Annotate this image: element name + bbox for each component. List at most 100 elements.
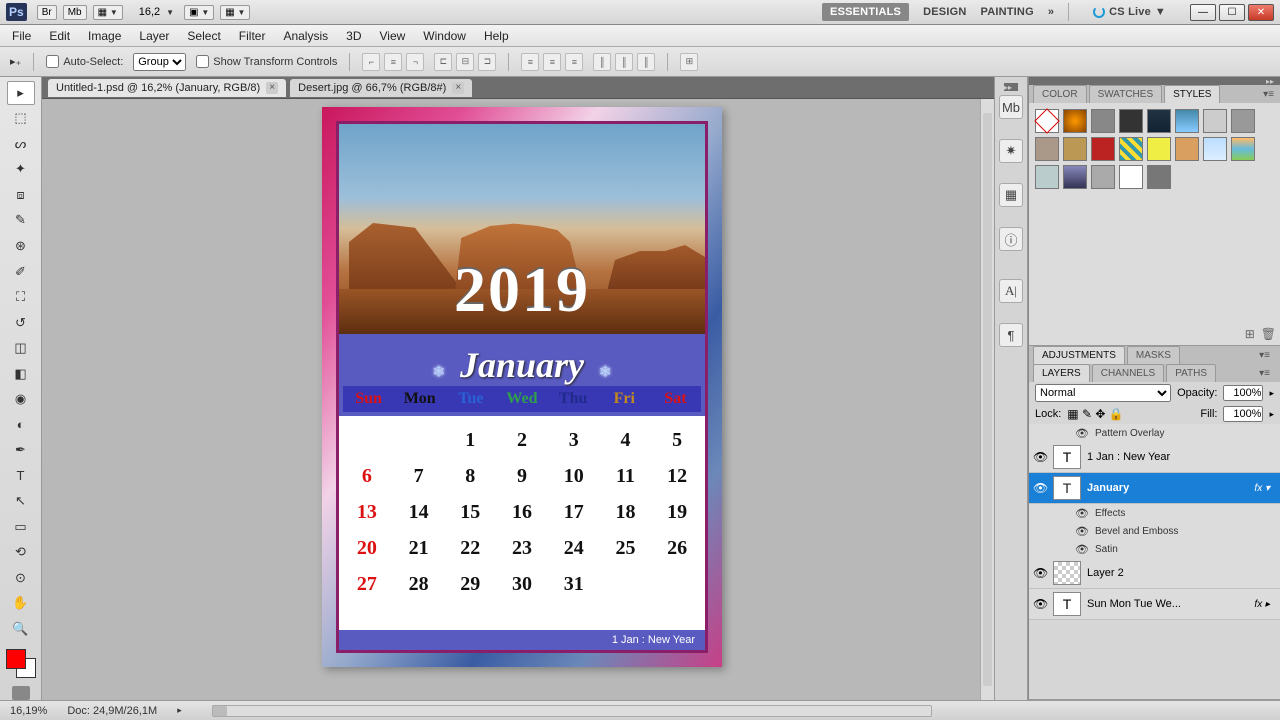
arrange-docs-button[interactable]: ▦ ▼ — [93, 5, 123, 20]
show-transform-check[interactable]: Show Transform Controls — [196, 55, 337, 68]
workspace-essentials[interactable]: ESSENTIALS — [822, 3, 909, 21]
fill-input[interactable] — [1223, 406, 1263, 422]
style-swatch[interactable] — [1203, 137, 1227, 161]
style-swatch[interactable] — [1119, 109, 1143, 133]
character-icon[interactable]: A| — [999, 279, 1023, 303]
style-swatch[interactable] — [1231, 109, 1255, 133]
pen-tool[interactable]: ✒ — [7, 438, 35, 462]
menu-help[interactable]: Help — [484, 29, 509, 43]
style-swatch[interactable] — [1147, 165, 1171, 189]
style-swatch[interactable] — [1063, 109, 1087, 133]
style-swatch[interactable] — [1175, 109, 1199, 133]
style-swatch[interactable] — [1203, 109, 1227, 133]
tab-adjustments[interactable]: ADJUSTMENTS — [1033, 346, 1125, 364]
info-icon[interactable]: ⓘ — [999, 227, 1023, 251]
type-tool[interactable]: T — [7, 464, 35, 488]
bridge-button[interactable]: Br — [37, 5, 57, 20]
dodge-tool[interactable]: ◐ — [7, 413, 35, 437]
eraser-tool[interactable]: ◫ — [7, 336, 35, 360]
tab-swatches[interactable]: SWATCHES — [1089, 85, 1163, 103]
status-docsize[interactable]: Doc: 24,9M/26,1M — [67, 705, 157, 717]
tab-channels[interactable]: CHANNELS — [1092, 364, 1164, 382]
3d-tool[interactable]: ⟲ — [7, 541, 35, 565]
tab-color[interactable]: COLOR — [1033, 85, 1087, 103]
screen-mode-button[interactable]: ▣ ▼ — [184, 5, 214, 20]
tab-masks[interactable]: MASKS — [1127, 346, 1180, 364]
menu-select[interactable]: Select — [187, 29, 220, 43]
workspace-design[interactable]: DESIGN — [923, 6, 966, 18]
minibridge-icon[interactable]: Mb — [999, 95, 1023, 119]
canvas[interactable]: 2019 ❄ January ❄ SunMonTueWedThuFriSat 1… — [322, 107, 722, 667]
brush-tool[interactable]: ✐ — [7, 260, 35, 284]
stamp-tool[interactable]: ⛶ — [7, 285, 35, 309]
close-tab-icon[interactable]: × — [452, 82, 464, 94]
tab-paths[interactable]: PATHS — [1166, 364, 1216, 382]
style-swatch[interactable] — [1147, 109, 1171, 133]
hand-tool[interactable]: ✋ — [7, 592, 35, 616]
menu-edit[interactable]: Edit — [49, 29, 70, 43]
marquee-tool[interactable]: ⬚ — [7, 107, 35, 131]
horizontal-scrollbar[interactable] — [212, 705, 932, 717]
style-swatch[interactable] — [1035, 137, 1059, 161]
paragraph-icon[interactable]: ¶ — [999, 323, 1023, 347]
minimize-button[interactable]: — — [1190, 4, 1216, 21]
layer-item[interactable]: 👁Layer 2 — [1029, 558, 1280, 589]
layer-item[interactable]: 👁TSun Mon Tue We...fx ▸ — [1029, 589, 1280, 620]
menu-view[interactable]: View — [379, 29, 405, 43]
move-tool[interactable]: ▸ — [7, 81, 35, 105]
color-swatches[interactable] — [6, 649, 36, 678]
workspace-painting[interactable]: PAINTING — [980, 6, 1033, 18]
tab-styles[interactable]: STYLES — [1164, 85, 1220, 103]
style-swatch[interactable] — [1063, 137, 1087, 161]
menu-analysis[interactable]: Analysis — [283, 29, 328, 43]
extras-button[interactable]: ▦ ▼ — [220, 5, 250, 20]
style-swatch[interactable] — [1091, 165, 1115, 189]
path-sel-tool[interactable]: ↖ — [7, 490, 35, 514]
history-icon[interactable]: ✷ — [999, 139, 1023, 163]
minibridge-button[interactable]: Mb — [63, 5, 87, 20]
status-zoom[interactable]: 16,19% — [10, 705, 47, 717]
close-button[interactable]: ✕ — [1248, 4, 1274, 21]
crop-tool[interactable]: ⧈ — [7, 183, 35, 207]
style-swatch[interactable] — [1147, 137, 1171, 161]
style-swatch[interactable] — [1231, 137, 1255, 161]
zoom-level[interactable]: 16,2 — [139, 6, 160, 18]
auto-select-target[interactable]: Group — [133, 53, 186, 71]
menu-layer[interactable]: Layer — [139, 29, 169, 43]
shape-tool[interactable]: ▭ — [7, 515, 35, 539]
panel-menu-icon[interactable]: ▾≡ — [1251, 365, 1278, 382]
workspace-more[interactable]: » — [1048, 6, 1054, 18]
layer-item-selected[interactable]: 👁TJanuaryfx ▾ — [1029, 473, 1280, 504]
style-swatch[interactable] — [1035, 165, 1059, 189]
auto-align-button[interactable]: ⊞ — [680, 53, 698, 71]
3d-cam-tool[interactable]: ⊙ — [7, 566, 35, 590]
opacity-input[interactable] — [1223, 385, 1263, 401]
style-swatch[interactable] — [1175, 137, 1199, 161]
menu-image[interactable]: Image — [88, 29, 121, 43]
style-swatch[interactable] — [1091, 137, 1115, 161]
style-swatch[interactable] — [1119, 165, 1143, 189]
maximize-button[interactable]: ☐ — [1219, 4, 1245, 21]
panel-menu-icon[interactable]: ▾≡ — [1255, 86, 1278, 103]
blur-tool[interactable]: ◉ — [7, 387, 35, 411]
style-swatch[interactable] — [1091, 109, 1115, 133]
quickmask-toggle[interactable] — [12, 686, 30, 700]
navigator-icon[interactable]: ▦ — [999, 183, 1023, 207]
menu-filter[interactable]: Filter — [239, 29, 266, 43]
zoom-tool[interactable]: 🔍 — [7, 617, 35, 641]
menu-window[interactable]: Window — [423, 29, 466, 43]
heal-tool[interactable]: ⊛ — [7, 234, 35, 258]
panel-menu-icon[interactable]: ▾≡ — [1251, 347, 1278, 364]
delete-style-icon[interactable]: 🗑 — [1261, 327, 1276, 341]
layer-item[interactable]: 👁T1 Jan : New Year — [1029, 442, 1280, 473]
cslive-button[interactable]: CS Live ▼ — [1093, 6, 1166, 18]
menu-file[interactable]: File — [12, 29, 31, 43]
gradient-tool[interactable]: ◧ — [7, 362, 35, 386]
lasso-tool[interactable]: ᔕ — [7, 132, 35, 156]
wand-tool[interactable]: ✦ — [7, 158, 35, 182]
auto-select-check[interactable]: Auto-Select: — [46, 55, 123, 68]
tab-layers[interactable]: LAYERS — [1033, 364, 1090, 382]
eyedropper-tool[interactable]: ✎ — [7, 209, 35, 233]
menu-3d[interactable]: 3D — [346, 29, 361, 43]
blend-mode-select[interactable]: Normal — [1035, 384, 1171, 402]
